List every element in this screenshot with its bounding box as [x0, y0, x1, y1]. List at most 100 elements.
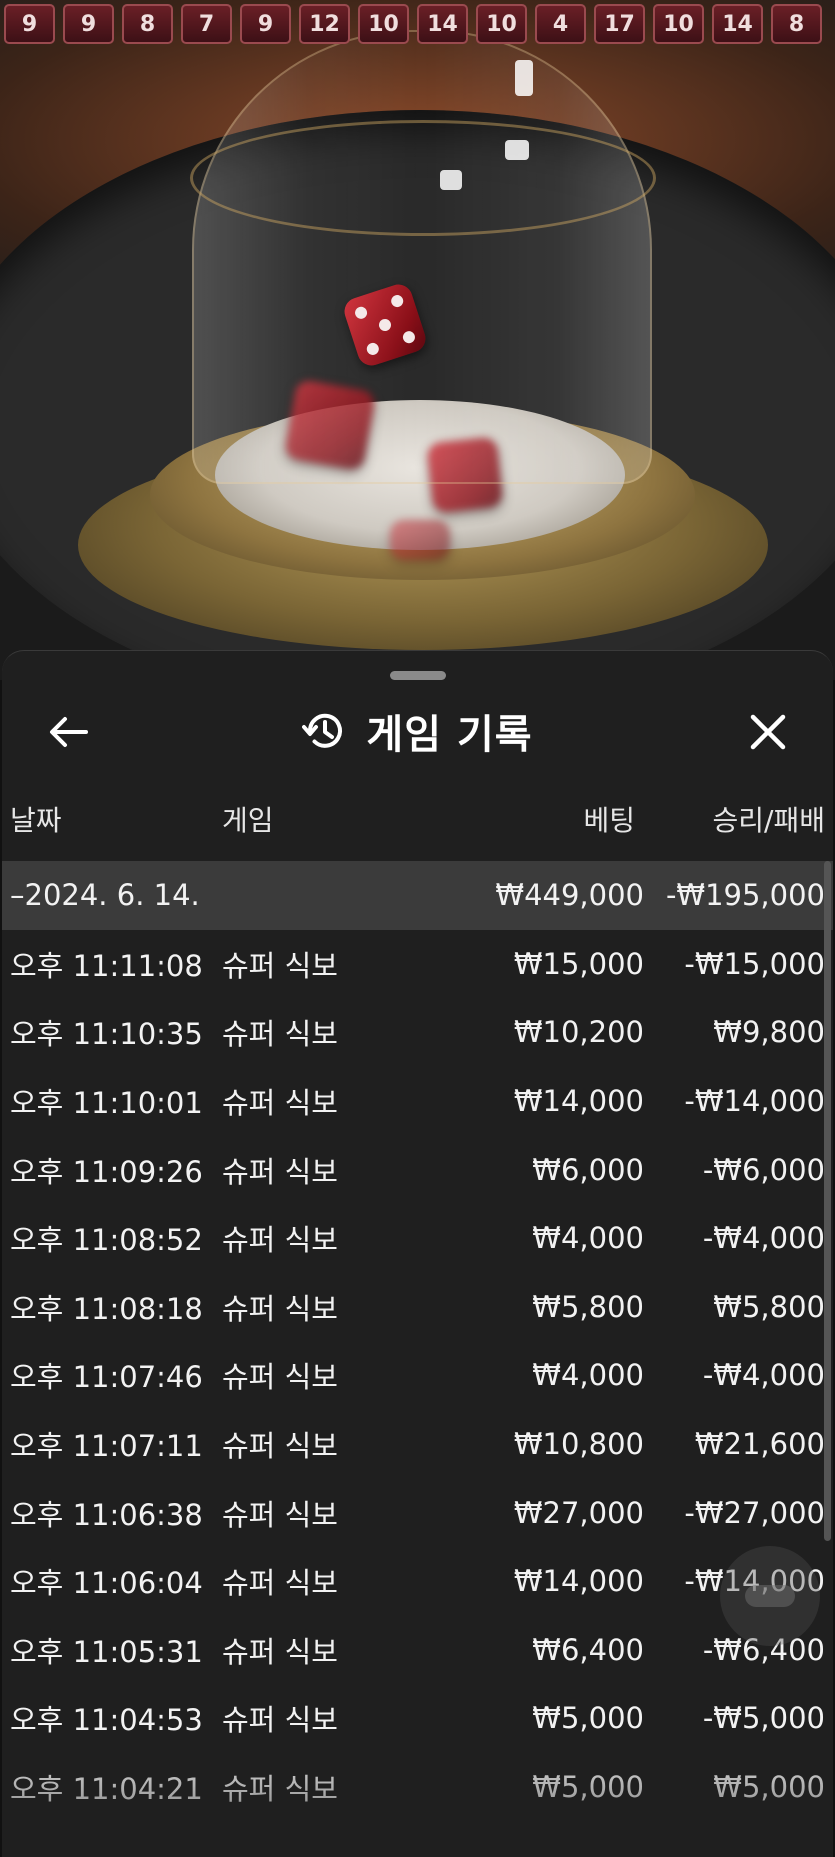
row-time: 오후 11:08:18	[10, 1291, 203, 1326]
row-time: 오후 11:07:11	[10, 1429, 203, 1464]
row-game: 슈퍼 식보	[222, 1017, 338, 1052]
row-bet: ₩14,000	[513, 1084, 644, 1119]
history-row[interactable]: 오후 11:05:31 슈퍼 식보 ₩6,400 -₩6,400	[2, 1616, 833, 1685]
glass-reflection	[515, 60, 533, 96]
result-box: 17	[594, 4, 645, 44]
row-time: 오후 11:06:04	[10, 1566, 203, 1601]
row-game: 슈퍼 식보	[222, 1634, 338, 1669]
game-history-sheet: 게임 기록 날짜 게임 베팅 승리/패배 –2024. 6. 14. ₩449,…	[2, 650, 833, 1857]
history-row[interactable]: 오후 11:08:18 슈퍼 식보 ₩5,800 ₩5,800	[2, 1273, 833, 1342]
row-result: -₩4,000	[702, 1221, 825, 1256]
group-total-bet: ₩449,000	[495, 878, 644, 913]
page-title: 게임 기록	[366, 712, 533, 758]
history-row[interactable]: 오후 11:09:26 슈퍼 식보 ₩6,000 -₩6,000	[2, 1135, 833, 1204]
date-group-row[interactable]: –2024. 6. 14. ₩449,000 -₩195,000	[2, 861, 833, 930]
row-bet: ₩10,800	[513, 1427, 644, 1462]
scrollbar[interactable]	[824, 861, 831, 1541]
history-clock-icon	[302, 713, 343, 748]
result-box: 4	[535, 4, 586, 44]
row-bet: ₩4,000	[532, 1358, 644, 1393]
history-row[interactable]: 오후 11:06:38 슈퍼 식보 ₩27,000 -₩27,000	[2, 1478, 833, 1547]
row-bet: ₩5,000	[532, 1701, 644, 1736]
group-date: –2024. 6. 14.	[10, 878, 200, 913]
glass-reflection	[440, 170, 462, 190]
history-row[interactable]: 오후 11:07:11 슈퍼 식보 ₩10,800 ₩21,600	[2, 1410, 833, 1479]
row-time: 오후 11:09:26	[10, 1154, 203, 1189]
history-row[interactable]: 오후 11:04:53 슈퍼 식보 ₩5,000 -₩5,000	[2, 1684, 833, 1753]
row-game: 슈퍼 식보	[222, 1772, 338, 1807]
row-game: 슈퍼 식보	[222, 1497, 338, 1532]
row-bet: ₩6,400	[532, 1632, 644, 1667]
results-history-strip: 9 9 8 7 9 12 10 14 10 4 17 10 14 8	[2, 4, 835, 44]
row-result: -₩6,000	[702, 1152, 825, 1187]
result-box: 10	[653, 4, 704, 44]
result-box: 7	[181, 4, 232, 44]
row-game: 슈퍼 식보	[222, 1429, 338, 1464]
result-box: 8	[771, 4, 822, 44]
row-bet: ₩15,000	[513, 946, 644, 981]
result-box: 14	[712, 4, 763, 44]
row-result: ₩9,800	[713, 1015, 825, 1050]
column-header-game: 게임	[222, 804, 274, 837]
result-box: 9	[4, 4, 55, 44]
row-bet: ₩5,800	[532, 1289, 644, 1324]
row-game: 슈퍼 식보	[222, 1360, 338, 1395]
row-result: -₩15,000	[684, 946, 825, 981]
sheet-header: 게임 기록	[2, 703, 833, 759]
row-time: 오후 11:11:08	[10, 948, 203, 983]
history-row[interactable]: 오후 11:08:52 슈퍼 식보 ₩4,000 -₩4,000	[2, 1204, 833, 1273]
history-row[interactable]: 오후 11:06:04 슈퍼 식보 ₩14,000 -₩14,000	[2, 1547, 833, 1616]
result-box: 8	[122, 4, 173, 44]
row-game: 슈퍼 식보	[222, 1703, 338, 1738]
sheet-drag-handle[interactable]	[390, 671, 446, 680]
result-box: 14	[417, 4, 468, 44]
history-row[interactable]: 오후 11:11:08 슈퍼 식보 ₩15,000 -₩15,000	[2, 930, 833, 999]
result-box: 12	[299, 4, 350, 44]
row-game: 슈퍼 식보	[222, 1154, 338, 1189]
row-game: 슈퍼 식보	[222, 1566, 338, 1601]
history-table: –2024. 6. 14. ₩449,000 -₩195,000 오후 11:1…	[2, 861, 833, 1821]
close-icon	[750, 714, 786, 750]
row-time: 오후 11:04:53	[10, 1703, 203, 1738]
result-box: 9	[63, 4, 114, 44]
row-result: -₩5,000	[702, 1701, 825, 1736]
row-bet: ₩14,000	[513, 1564, 644, 1599]
result-box: 9	[240, 4, 291, 44]
row-game: 슈퍼 식보	[222, 1223, 338, 1258]
close-button[interactable]	[742, 706, 794, 758]
row-game: 슈퍼 식보	[222, 1086, 338, 1121]
glass-dome	[192, 30, 652, 484]
history-row[interactable]: 오후 11:10:01 슈퍼 식보 ₩14,000 -₩14,000	[2, 1067, 833, 1136]
row-result: ₩21,600	[694, 1427, 825, 1462]
history-row[interactable]: 오후 11:10:35 슈퍼 식보 ₩10,200 ₩9,800	[2, 998, 833, 1067]
row-result: -₩4,000	[702, 1358, 825, 1393]
dome-ring	[190, 120, 656, 236]
history-row[interactable]: 오후 11:07:46 슈퍼 식보 ₩4,000 -₩4,000	[2, 1341, 833, 1410]
row-time: 오후 11:05:31	[10, 1634, 203, 1669]
row-result: -₩27,000	[684, 1495, 825, 1530]
glass-reflection	[505, 140, 529, 160]
result-box: 10	[358, 4, 409, 44]
row-game: 슈퍼 식보	[222, 1291, 338, 1326]
row-time: 오후 11:06:38	[10, 1497, 203, 1532]
row-bet: ₩27,000	[513, 1495, 644, 1530]
row-result: ₩5,000	[713, 1770, 825, 1805]
dice	[390, 520, 450, 560]
row-bet: ₩6,000	[532, 1152, 644, 1187]
group-total-result: -₩195,000	[665, 878, 825, 913]
row-bet: ₩10,200	[513, 1015, 644, 1050]
result-box: 10	[476, 4, 527, 44]
column-header-result: 승리/패배	[712, 804, 825, 837]
chat-button[interactable]	[720, 1546, 820, 1646]
column-header-date: 날짜	[10, 804, 62, 837]
row-result: -₩14,000	[684, 1084, 825, 1119]
row-result: ₩5,800	[713, 1289, 825, 1324]
live-video-feed: 9 9 8 7 9 12 10 14 10 4 17 10 14 8	[0, 0, 835, 680]
row-time: 오후 11:07:46	[10, 1360, 203, 1395]
table-header: 날짜 게임 베팅 승리/패배	[2, 799, 833, 839]
row-time: 오후 11:10:35	[10, 1017, 203, 1052]
row-time: 오후 11:08:52	[10, 1223, 203, 1258]
history-row[interactable]: 오후 11:04:21 슈퍼 식보 ₩5,000 ₩5,000	[2, 1753, 833, 1822]
row-bet: ₩4,000	[532, 1221, 644, 1256]
column-header-bet: 베팅	[583, 804, 635, 837]
